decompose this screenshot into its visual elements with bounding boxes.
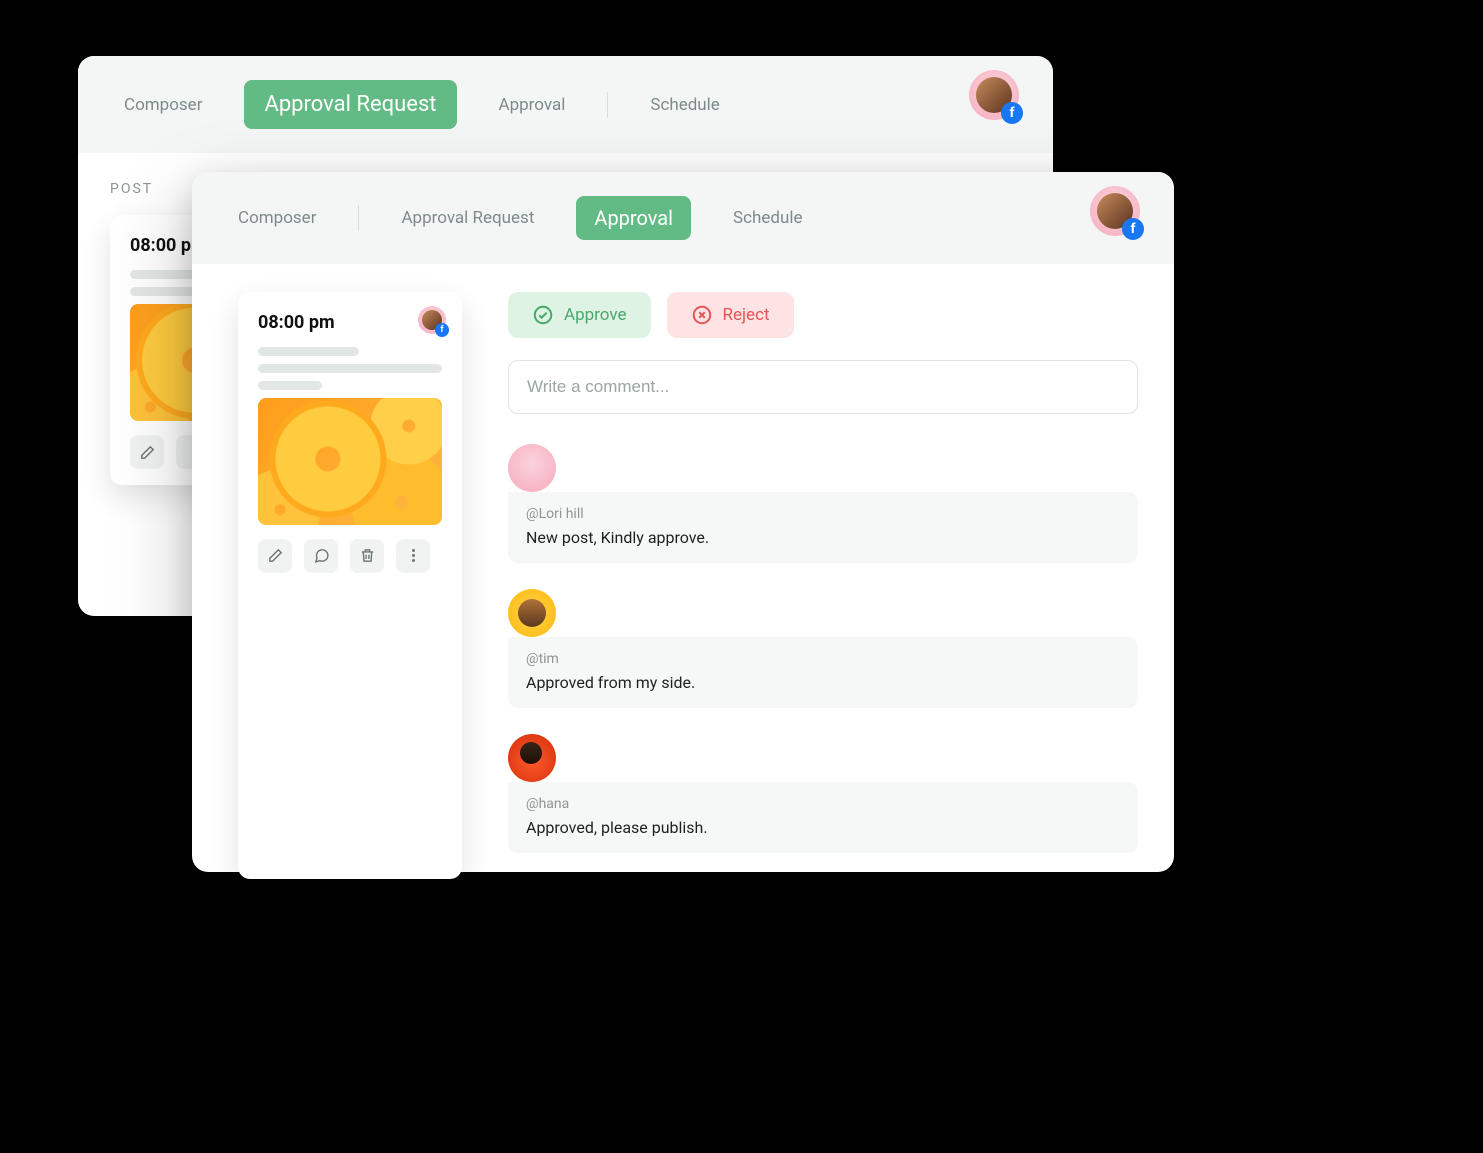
comment-handle: @hana [526,796,1120,812]
skeleton-line [258,347,359,356]
comment-item: @tim Approved from my side. [508,589,1138,708]
tab-separator [358,205,359,231]
comment-input[interactable] [508,360,1138,414]
post-image [258,398,442,525]
check-circle-icon [532,304,554,326]
comment-handle: @Lori hill [526,506,1120,522]
post-time: 08:00 pm [258,312,442,333]
approval-area: Approve Reject @Lori hill New post, Kind… [508,292,1138,879]
comment-text: Approved, please publish. [526,818,1120,837]
x-circle-icon [691,304,713,326]
tabbar-front: Composer Approval Request Approval Sched… [192,172,1174,264]
skeleton-line [258,364,442,373]
avatar [508,589,556,637]
comment-handle: @tim [526,651,1120,667]
approval-panel: Composer Approval Request Approval Sched… [192,172,1174,872]
edit-button[interactable] [130,435,164,469]
comment-item: @Lori hill New post, Kindly approve. [508,444,1138,563]
comment-item: @hana Approved, please publish. [508,734,1138,853]
card-actions [258,539,442,573]
facebook-icon: f [1122,218,1144,240]
more-button[interactable] [396,539,430,573]
avatar [508,734,556,782]
comment-text: Approved from my side. [526,673,1120,692]
comment-button[interactable] [304,539,338,573]
tab-composer[interactable]: Composer [224,200,330,236]
comment-body: @Lori hill New post, Kindly approve. [508,492,1138,563]
approve-label: Approve [564,305,627,325]
more-icon [405,547,422,564]
post-channel-avatar: f [418,306,446,334]
facebook-icon: f [1001,102,1023,124]
trash-icon [359,547,376,564]
edit-button[interactable] [258,539,292,573]
approve-button[interactable]: Approve [508,292,651,338]
skeleton-line [258,381,322,390]
tab-schedule[interactable]: Schedule [636,87,733,123]
edit-icon [139,444,156,461]
edit-icon [267,547,284,564]
tab-composer[interactable]: Composer [110,87,216,123]
tab-separator [607,92,608,118]
profile-avatar[interactable]: f [969,70,1019,120]
comment-body: @hana Approved, please publish. [508,782,1138,853]
reject-button[interactable]: Reject [667,292,794,338]
post-card: f 08:00 pm [238,292,462,879]
avatar [508,444,556,492]
tab-approval[interactable]: Approval [576,196,691,240]
comment-body: @tim Approved from my side. [508,637,1138,708]
comment-icon [313,547,330,564]
comment-text: New post, Kindly approve. [526,528,1120,547]
facebook-icon: f [435,323,449,337]
reject-label: Reject [723,305,770,325]
tab-approval-request[interactable]: Approval Request [387,200,548,236]
profile-avatar[interactable]: f [1090,186,1140,236]
tabbar-back: Composer Approval Request Approval Sched… [78,56,1053,153]
delete-button[interactable] [350,539,384,573]
action-buttons: Approve Reject [508,292,1138,338]
tab-approval[interactable]: Approval [485,87,580,123]
tab-schedule[interactable]: Schedule [719,200,816,236]
tab-approval-request[interactable]: Approval Request [244,80,456,129]
panel-body: f 08:00 pm [192,264,1174,915]
